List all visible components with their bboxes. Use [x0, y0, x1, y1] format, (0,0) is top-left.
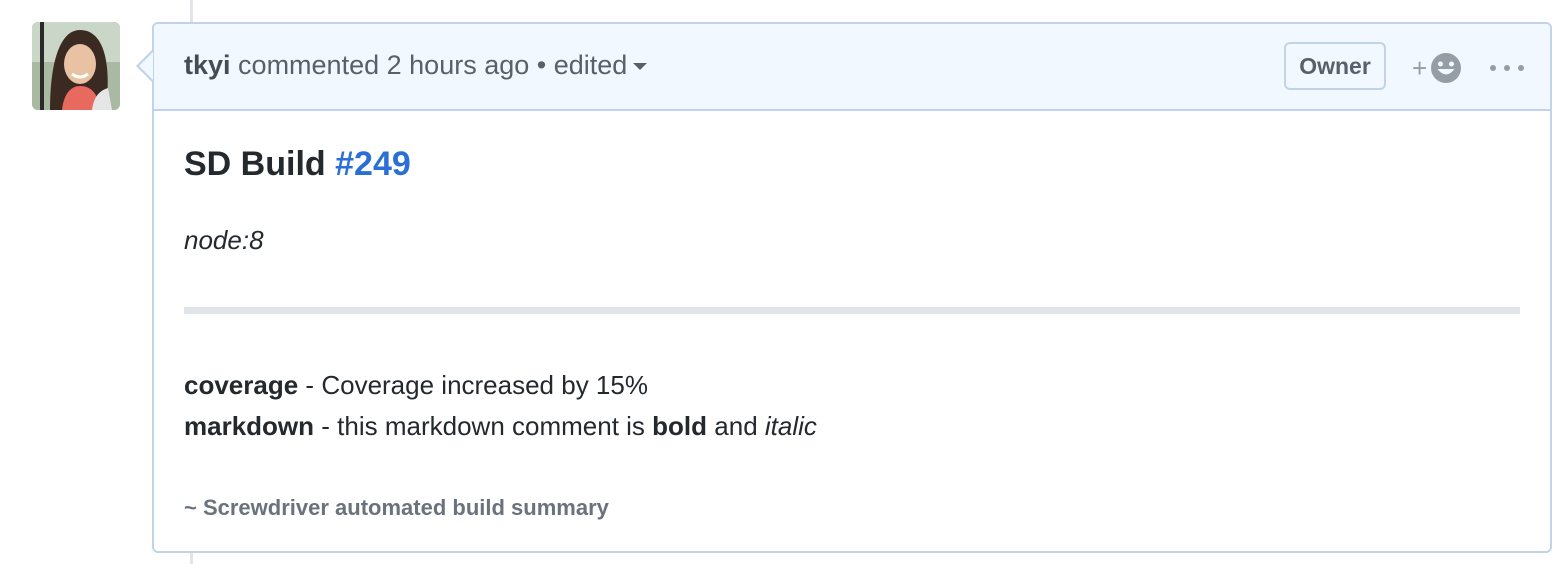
edited-dropdown[interactable]: edited [554, 50, 648, 80]
avatar-image [32, 22, 120, 110]
action-text: commented [238, 50, 380, 80]
build-title-prefix: SD Build [184, 145, 326, 183]
divider [184, 307, 1520, 314]
timestamp-link[interactable]: 2 hours ago [387, 50, 530, 80]
smiley-icon [1431, 53, 1462, 83]
owner-badge: Owner [1284, 42, 1386, 90]
markdown-mid: and [714, 411, 758, 441]
edited-label: edited [553, 50, 628, 80]
coverage-dash: - [305, 370, 315, 400]
coverage-key: coverage [184, 370, 299, 400]
markdown-bold: bold [652, 411, 708, 441]
author-link[interactable]: tkyi [184, 50, 231, 80]
comment-header: tkyi commented 2 hours ago • edited Owne… [154, 24, 1550, 111]
build-link[interactable]: #249 [335, 145, 411, 183]
avatar[interactable] [32, 22, 120, 110]
separator: • [536, 50, 547, 80]
coverage-line: coverage - Coverage increased by 15% [184, 370, 648, 401]
markdown-key: markdown [184, 411, 315, 441]
comment-meta: tkyi commented 2 hours ago • edited [184, 50, 648, 81]
markdown-line: markdown - this markdown comment is bold… [184, 411, 817, 442]
more-options-button[interactable] [1490, 48, 1524, 88]
dot-icon [1518, 65, 1524, 71]
node-version: node:8 [184, 225, 264, 255]
coverage-text: Coverage increased by 15% [321, 370, 648, 400]
dot-icon [1490, 65, 1496, 71]
caret-down-icon [633, 63, 648, 71]
comment-pointer-fill [139, 52, 153, 80]
add-reaction-button[interactable]: + [1412, 50, 1472, 86]
dot-icon [1504, 65, 1510, 71]
markdown-dash: - [321, 411, 330, 441]
comment-card: tkyi commented 2 hours ago • edited Owne… [152, 22, 1552, 553]
markdown-text: this markdown comment is [337, 411, 645, 441]
plus-icon: + [1412, 53, 1428, 83]
build-title: SD Build #249 [184, 145, 411, 184]
build-summary-footer: ~ Screwdriver automated build summary [184, 495, 609, 520]
markdown-italic: italic [764, 411, 817, 441]
